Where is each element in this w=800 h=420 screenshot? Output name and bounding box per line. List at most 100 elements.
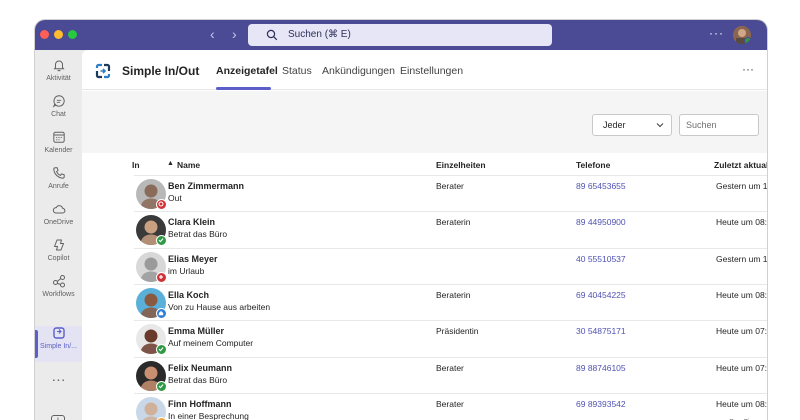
person-name[interactable]: Felix Neumann xyxy=(168,363,232,373)
table-row[interactable]: Felix Neumann Betrat das Büro Berater 89 88… xyxy=(134,356,767,393)
person-details: Präsidentin xyxy=(436,326,479,337)
column-header-updated[interactable]: Zuletzt aktualisiert xyxy=(714,160,767,170)
rail-item-copilot[interactable]: Copilot xyxy=(35,238,82,274)
rail-item-simple-in-out[interactable]: Simple In/... xyxy=(35,326,82,362)
chevron-down-icon xyxy=(656,123,664,128)
last-updated: Heute um 07:52 xyxy=(716,326,767,337)
presence-available-badge xyxy=(744,37,751,44)
global-search-placeholder: Suchen (⌘ E) xyxy=(288,29,351,40)
rail-label: Chat xyxy=(51,111,66,118)
rail-label: OneDrive xyxy=(43,219,74,226)
workflows-icon xyxy=(52,275,65,288)
rail-label: Aktivität xyxy=(46,75,71,82)
rail-item-onedrive[interactable]: OneDrive xyxy=(35,202,82,238)
presence-away-badge xyxy=(156,271,167,283)
rail-item-calls[interactable]: Anrufe xyxy=(35,166,82,202)
person-status: Betrat das Büro xyxy=(168,229,228,240)
person-phone-link[interactable]: 40 55510537 xyxy=(576,254,626,264)
cloud-icon xyxy=(52,205,65,214)
teams-window: ‹ › Suchen (⌘ E) ··· Aktivität Chat Kale… xyxy=(35,20,767,420)
app-rail: Aktivität Chat Kalender Anrufe OneDrive … xyxy=(35,50,82,420)
presence-in-badge xyxy=(156,380,167,392)
person-status: Von zu Hause aus arbeiten xyxy=(168,301,271,312)
rail-label: Copilot xyxy=(47,255,70,262)
active-indicator xyxy=(35,330,38,358)
table-header: In ▲ Name Einzelheiten Telefone Zuletzt … xyxy=(82,153,767,175)
last-updated: Heute um 08:04 xyxy=(716,398,767,409)
search-icon xyxy=(266,29,278,41)
phone-icon xyxy=(52,167,65,179)
app-more-button[interactable]: ··· xyxy=(742,62,754,76)
sort-ascending-icon[interactable]: ▲ xyxy=(167,160,174,167)
person-status: Out xyxy=(168,193,182,203)
app-title: Simple In/Out xyxy=(122,64,200,78)
minimize-window-button[interactable] xyxy=(54,30,63,39)
global-search-input[interactable]: Suchen (⌘ E) xyxy=(248,24,552,46)
person-status: Betrat das Büro xyxy=(168,374,228,385)
person-details: Berater xyxy=(436,398,464,409)
last-updated: Gestern um 17:13 xyxy=(716,253,767,264)
tab-anzeigetafel[interactable]: Anzeigetafel xyxy=(216,65,278,77)
person-phone-link[interactable]: 89 88746105 xyxy=(576,363,626,373)
person-status: Auf meinem Computer xyxy=(168,338,254,349)
user-avatar[interactable] xyxy=(733,26,751,44)
person-phone-link[interactable]: 69 89393542 xyxy=(576,399,626,409)
close-window-button[interactable] xyxy=(40,30,49,39)
table-row[interactable]: Emma Müller Auf meinem Computer Präsidenti… xyxy=(134,320,767,356)
table-row[interactable]: Ella Koch Von zu Hause aus arbeiten Berate… xyxy=(134,283,767,320)
back-arrow-icon[interactable]: ‹ xyxy=(210,27,215,41)
person-details: Beraterin xyxy=(436,289,471,300)
calendar-icon xyxy=(52,131,65,143)
last-updated: Heute um 08:00 xyxy=(716,217,767,228)
presence-out-badge xyxy=(156,199,167,210)
board-search-input[interactable] xyxy=(679,114,759,136)
person-phone-link[interactable]: 30 54875171 xyxy=(576,326,626,336)
zoom-window-button[interactable] xyxy=(68,30,77,39)
presence-in-badge xyxy=(156,235,167,247)
add-app-icon[interactable]: + xyxy=(51,415,65,420)
bell-icon xyxy=(52,60,65,72)
table-row[interactable]: Finn Hoffmann In einer Besprechung Berater… xyxy=(134,392,767,420)
person-details: Berater xyxy=(436,362,464,373)
group-filter-value: Jeder xyxy=(603,120,626,130)
presence-in-badge xyxy=(156,344,167,356)
rail-item-activity[interactable]: Aktivität xyxy=(35,58,82,94)
column-header-name[interactable]: Name xyxy=(177,160,200,170)
rail-item-calendar[interactable]: Kalender xyxy=(35,130,82,166)
person-phone-link[interactable]: 89 65453655 xyxy=(576,181,626,191)
tab-einstellungen[interactable]: Einstellungen xyxy=(400,65,463,77)
forward-arrow-icon[interactable]: › xyxy=(232,27,237,41)
person-name[interactable]: Clara Klein xyxy=(168,217,215,227)
column-header-in[interactable]: In xyxy=(132,160,140,170)
table-row[interactable]: Ben Zimmermann Out Berater 89 65453655 Geste… xyxy=(134,175,767,211)
person-name[interactable]: Emma Müller xyxy=(168,326,224,336)
column-header-details[interactable]: Einzelheiten xyxy=(436,160,486,170)
last-updated: Heute um 07:50 xyxy=(716,362,767,373)
column-header-phone[interactable]: Telefone xyxy=(576,160,610,170)
rail-item-workflows[interactable]: Workflows xyxy=(35,274,82,310)
person-details: Beraterin xyxy=(436,217,471,228)
active-tab-indicator xyxy=(216,87,271,90)
person-details: Berater xyxy=(436,181,464,191)
table-row[interactable]: Elias Meyer im Urlaub 40 55510537 Gestern u… xyxy=(134,247,767,284)
tab-status[interactable]: Status xyxy=(282,65,312,77)
table-row[interactable]: Clara Klein Betrat das Büro Beraterin 89 44… xyxy=(134,211,767,247)
person-name[interactable]: Finn Hoffmann xyxy=(168,399,232,409)
rail-label: Simple In/... xyxy=(40,343,77,350)
tab-ankuendigungen[interactable]: Ankündigungen xyxy=(322,65,395,77)
copilot-icon xyxy=(53,239,64,251)
person-name[interactable]: Ben Zimmermann xyxy=(168,181,244,191)
person-phone-link[interactable]: 69 40454225 xyxy=(576,290,626,300)
simple-in-out-logo-icon xyxy=(95,63,111,79)
app-icon xyxy=(52,327,65,339)
last-updated: Gestern um 17:06 xyxy=(716,181,767,191)
rail-item-chat[interactable]: Chat xyxy=(35,94,82,130)
person-name[interactable]: Ella Koch xyxy=(168,290,209,300)
more-apps-icon[interactable]: ··· xyxy=(35,371,82,387)
presence-home-badge xyxy=(156,307,167,319)
person-phone-link[interactable]: 89 44950900 xyxy=(576,217,626,227)
group-filter-select[interactable]: Jeder xyxy=(592,114,672,136)
last-updated: Heute um 08:18 xyxy=(716,289,767,300)
more-options-icon[interactable]: ··· xyxy=(709,26,724,40)
person-name[interactable]: Elias Meyer xyxy=(168,254,218,264)
